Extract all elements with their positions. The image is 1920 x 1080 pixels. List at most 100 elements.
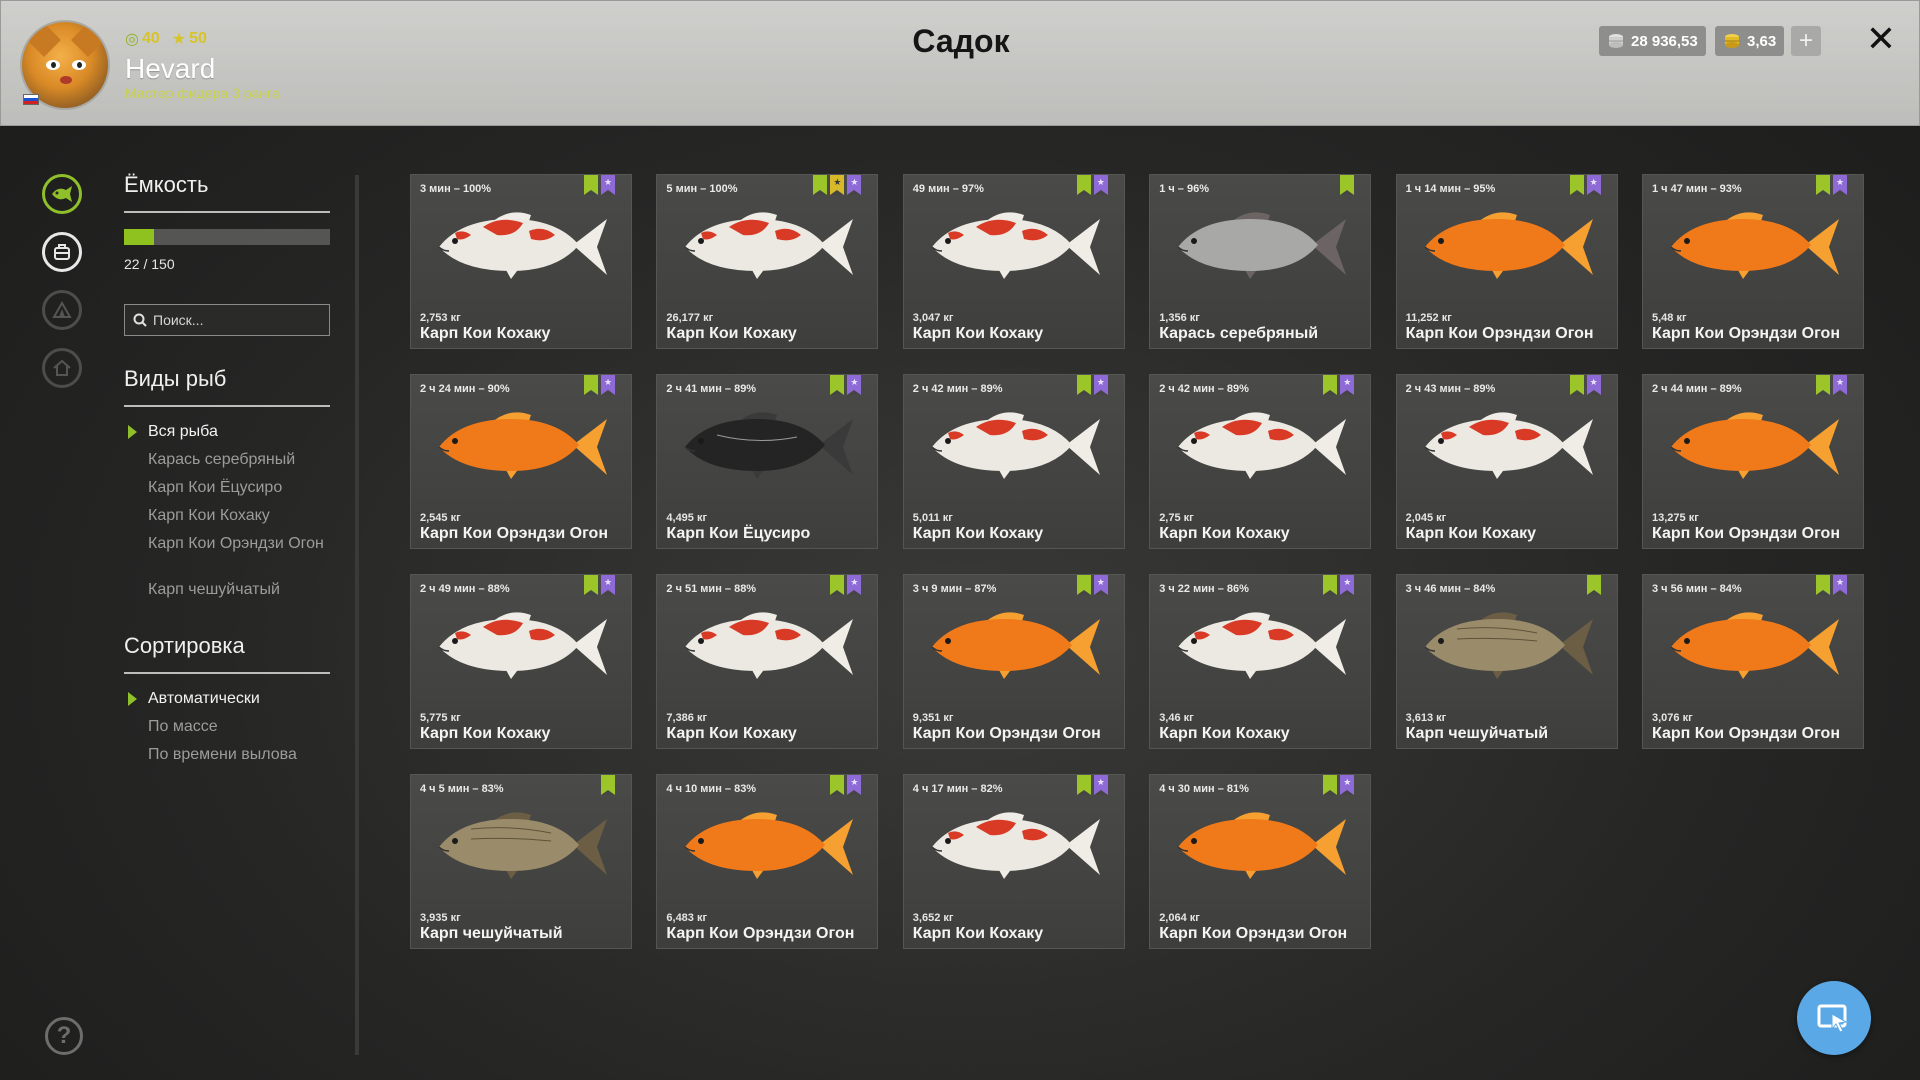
home-tab-icon[interactable] xyxy=(42,348,82,388)
fish-card[interactable]: 3 ч 22 мин – 86% ★ 3,46 кг Карп Кои Коха… xyxy=(1149,574,1372,749)
fish-name: Карп Кои Кохаку xyxy=(912,925,1044,942)
fish-card[interactable]: 4 ч 30 мин – 81% ★ 2,064 кг Карп Кои Орэ… xyxy=(1149,774,1372,949)
fish-name: Карп Кои Орэндзи Огон xyxy=(1652,325,1840,342)
species-filter-yotsushiro[interactable]: Карп Кои Ёцусиро xyxy=(148,479,333,497)
fish-card[interactable]: 2 ч 49 мин – 88% ★ 5,775 кг Карп Кои Кох… xyxy=(410,574,632,749)
top-bar: ◎ 40 ★ 50 Hevard Мастер фидера 3 ранга Сад… xyxy=(0,0,1920,126)
catch-time: 5 мин – 100% xyxy=(666,183,738,195)
green-bookmark-icon xyxy=(830,375,845,395)
fish-weight: 7,386 кг xyxy=(666,712,708,724)
fish-tags xyxy=(1340,175,1355,195)
species-divider xyxy=(124,405,330,407)
fish-card[interactable]: 4 ч 5 мин – 83% 3,935 кг Карп чешуйчатый xyxy=(410,774,632,949)
gold-currency: 3,63 xyxy=(1715,26,1785,56)
fish-weight: 6,483 кг xyxy=(666,912,708,924)
fish-tags: ★ xyxy=(1323,775,1355,795)
fish-card[interactable]: 3 мин – 100% ★ 2,753 кг Карп Кои Кохаку xyxy=(410,174,632,349)
fish-weight: 3,613 кг xyxy=(1405,712,1447,724)
silver-currency: 28 936,53 xyxy=(1599,26,1706,56)
fish-card[interactable]: 4 ч 17 мин – 82% ★ 3,652 кг Карп Кои Кох… xyxy=(902,774,1125,949)
cursor-window-icon xyxy=(1817,1004,1848,1033)
sort-by-catch-time[interactable]: По времени вылова xyxy=(148,746,333,764)
fish-image xyxy=(1177,812,1347,879)
fish-card[interactable]: 3 ч 46 мин – 84% 3,613 кг Карп чешуйчаты… xyxy=(1395,574,1618,749)
add-currency-button[interactable]: + xyxy=(1791,26,1821,56)
camp-tab-icon[interactable] xyxy=(42,290,82,330)
fish-card[interactable]: 2 ч 41 мин – 89% ★ 4,495 кг Карп Кои Ёцу… xyxy=(656,374,879,549)
species-filter-kohaku[interactable]: Карп Кои Кохаку xyxy=(148,507,333,525)
fish-name: Карп Кои Кохаку xyxy=(666,325,797,342)
fish-card[interactable]: 2 ч 42 мин – 89% ★ 2,75 кг Карп Кои Коха… xyxy=(1149,374,1372,549)
fish-bag-tab-icon[interactable] xyxy=(42,232,82,272)
fish-image xyxy=(1177,412,1347,479)
search-icon xyxy=(133,313,147,327)
fish-weight: 9,351 кг xyxy=(912,712,954,724)
fish-card[interactable]: 2 ч 51 мин – 88% ★ 7,386 кг Карп Кои Кох… xyxy=(656,574,879,749)
sort-by-weight[interactable]: По массе xyxy=(148,718,333,736)
sort-auto[interactable]: Автоматически xyxy=(148,690,333,708)
green-bookmark-icon xyxy=(830,775,845,795)
fish-weight: 3,652 кг xyxy=(912,912,954,924)
fish-name: Карп Кои Ёцусиро xyxy=(666,525,811,542)
capacity-title: Ёмкость xyxy=(124,172,209,197)
fish-tags: ★ xyxy=(830,575,862,595)
catch-time: 4 ч 10 мин – 83% xyxy=(666,783,757,795)
purple-bookmark-icon: ★ xyxy=(847,575,862,595)
species-filter-orenji-ogon[interactable]: Карп Кои Орэндзи Огон xyxy=(148,535,333,553)
silver-coins-icon xyxy=(1609,34,1623,48)
fish-image xyxy=(438,612,607,679)
purple-bookmark-icon: ★ xyxy=(847,375,862,395)
fish-weight: 5,48 кг xyxy=(1652,312,1687,324)
fish-name: Карп Кои Кохаку xyxy=(912,525,1044,542)
fish-image xyxy=(684,212,854,279)
fish-card[interactable]: 2 ч 43 мин – 89% ★ 2,045 кг Карп Кои Кох… xyxy=(1395,374,1618,549)
catch-time: 1 ч – 96% xyxy=(1159,183,1209,195)
search-box[interactable] xyxy=(124,304,330,336)
fish-weight: 26,177 кг xyxy=(666,312,714,324)
purple-bookmark-icon: ★ xyxy=(1093,375,1108,395)
catch-time: 49 мин – 97% xyxy=(912,183,984,195)
fish-card[interactable]: 1 ч 14 мин – 95% ★ 11,252 кг Карп Кои Ор… xyxy=(1395,174,1618,349)
fish-name: Карп Кои Орэндзи Огон xyxy=(420,525,608,542)
species-filter-all[interactable]: Вся рыба xyxy=(148,423,333,441)
fish-card[interactable]: 3 ч 56 мин – 84% ★ 3,076 кг Карп Кои Орэ… xyxy=(1642,574,1864,749)
fish-card[interactable]: 5 мин – 100% ★ ★ 26,177 кг Карп Кои Кохак… xyxy=(656,174,879,349)
species-filter-crucian[interactable]: Карась серебряный xyxy=(148,451,333,469)
fish-tags xyxy=(601,775,615,795)
silver-amount: 28 936,53 xyxy=(1631,32,1698,50)
fish-tags: ★ xyxy=(584,175,615,195)
fish-card[interactable]: 2 ч 44 мин – 89% ★ 13,275 кг Карп Кои Ор… xyxy=(1642,374,1864,549)
panel-divider xyxy=(355,175,359,1055)
fish-card[interactable]: 2 ч 24 мин – 90% ★ 2,545 кг Карп Кои Орэ… xyxy=(410,374,632,549)
green-bookmark-icon xyxy=(584,375,598,395)
keepnet-fish-tab-icon[interactable] xyxy=(42,174,82,214)
search-input[interactable] xyxy=(153,312,313,328)
purple-bookmark-icon: ★ xyxy=(1833,175,1847,195)
species-title: Виды рыб xyxy=(124,366,227,391)
catch-time: 3 ч 46 мин – 84% xyxy=(1405,583,1496,595)
species-filter-common-carp[interactable]: Карп чешуйчатый xyxy=(148,581,333,599)
fish-image xyxy=(438,212,607,279)
fish-name: Карп Кои Орэндзи Огон xyxy=(1405,325,1594,342)
fish-card[interactable]: 4 ч 10 мин – 83% ★ 6,483 кг Карп Кои Орэ… xyxy=(656,774,879,949)
catch-time: 2 ч 49 мин – 88% xyxy=(420,583,510,595)
fish-card[interactable]: 49 мин – 97% ★ 3,047 кг Карп Кои Кохаку xyxy=(902,174,1125,349)
fish-card[interactable]: 1 ч 47 мин – 93% ★ 5,48 кг Карп Кои Орэн… xyxy=(1642,174,1864,349)
fish-tags: ★ xyxy=(1816,175,1847,195)
fish-card[interactable]: 2 ч 42 мин – 89% ★ 5,011 кг Карп Кои Кох… xyxy=(902,374,1125,549)
catch-time: 3 ч 56 мин – 84% xyxy=(1652,583,1742,595)
fish-image xyxy=(931,412,1100,479)
fish-tags: ★ ★ xyxy=(813,175,862,195)
green-bookmark-icon xyxy=(1323,375,1338,395)
fish-image xyxy=(931,212,1100,279)
close-button[interactable]: ✕ xyxy=(1863,18,1899,59)
fish-card[interactable]: 3 ч 9 мин – 87% ★ 9,351 кг Карп Кои Орэн… xyxy=(902,574,1125,749)
purple-bookmark-icon: ★ xyxy=(601,575,615,595)
cursor-mode-button[interactable] xyxy=(1797,981,1871,1055)
fish-card[interactable]: 1 ч – 96% 1,356 кг Карась серебряный xyxy=(1149,174,1372,349)
fish-name: Карась серебряный xyxy=(1159,325,1319,342)
green-bookmark-icon xyxy=(1586,575,1601,595)
fish-tags: ★ xyxy=(1816,575,1847,595)
catch-time: 2 ч 41 мин – 89% xyxy=(666,383,757,395)
help-icon[interactable]: ? xyxy=(45,1017,83,1055)
